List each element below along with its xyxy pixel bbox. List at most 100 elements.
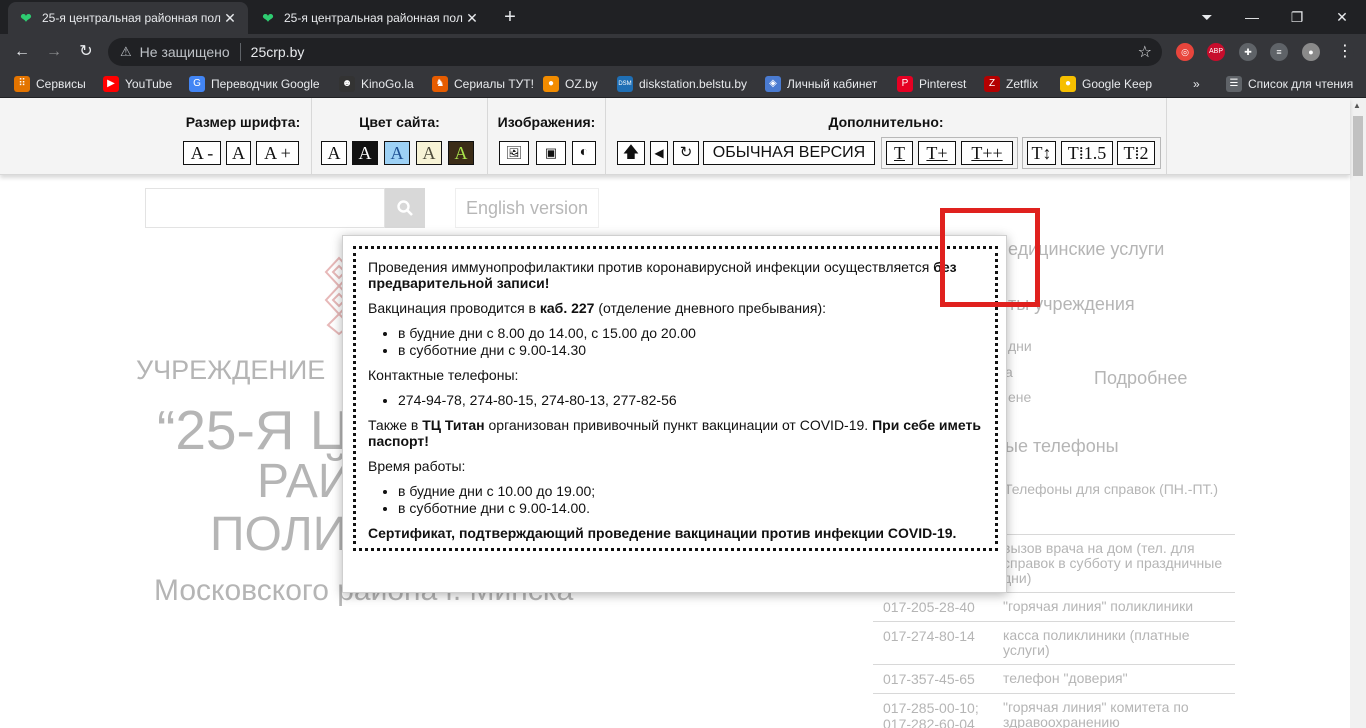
org-name-line-3: ПОЛИ (210, 508, 348, 561)
list-item: в субботние дни с 9.00-14.30 (398, 342, 983, 358)
color-white-button[interactable]: A (321, 141, 347, 165)
images-group: Изображения: 🖼 ▣ ◐ (487, 98, 605, 175)
letter-spacing-medium-button[interactable]: T+ (918, 141, 956, 165)
titan-text-b: организован прививочный пункт вакцинации… (484, 417, 873, 433)
reset-icon[interactable]: ↻ (673, 141, 699, 165)
color-beige-button[interactable]: A (416, 141, 442, 165)
close-tab-icon[interactable]: ✕ (464, 10, 480, 26)
highlight-box[interactable] (940, 208, 1040, 307)
bookmark-label: OZ.by (565, 77, 598, 91)
phone-desc: вызов врача на дом (тел. для справок в с… (1003, 540, 1223, 586)
youtube-icon: ▶ (103, 76, 119, 92)
phone-desc: телефон "доверия" (1003, 670, 1128, 686)
color-blue-button[interactable]: A (384, 141, 410, 165)
images-grayscale-icon[interactable]: ▣ (536, 141, 566, 165)
playlist-icon[interactable]: ≡ (1270, 43, 1288, 61)
heart-favicon-icon: ❤ (20, 10, 32, 26)
contacts-list: 274-94-78, 274-80-15, 274-80-13, 277-82-… (398, 392, 983, 408)
search-button[interactable] (385, 188, 425, 228)
bookmark-item[interactable]: ● OZ.by (543, 75, 598, 93)
color-black-button[interactable]: A (352, 141, 378, 165)
speaker-icon[interactable]: ◀ (650, 141, 668, 165)
contact-phones-heading: ые телефоны (1005, 436, 1119, 456)
bookmark-item[interactable]: ◈ Личный кабинет (765, 75, 877, 93)
phones-info-text: Телефоны для справок (ПН.-ПТ.) (1004, 481, 1219, 497)
bookmark-item[interactable]: ⠿ Сервисы (14, 75, 86, 93)
more-link[interactable]: Подробнее (1094, 368, 1187, 389)
adblock-extension-icon[interactable]: ABP (1207, 43, 1225, 61)
close-tab-icon[interactable]: ✕ (222, 10, 238, 26)
bookmark-item[interactable]: ♞ Сериалы ТУТ! (432, 75, 534, 93)
translate-icon: G (189, 76, 205, 92)
reading-list-button[interactable]: ☰ Список для чтения (1226, 75, 1353, 93)
line-height-normal-button[interactable]: T↕ (1027, 141, 1056, 165)
search-input[interactable] (145, 188, 385, 228)
arrow-up-icon[interactable]: 🡅 (617, 141, 645, 165)
browser-tab-bar: ❤ 25-я центральная районная пол ✕ ❤ 25-я… (0, 0, 1366, 34)
browser-tab-1[interactable]: ❤ 25-я центральная районная пол ✕ (8, 2, 248, 34)
back-button[interactable]: ← (10, 40, 34, 64)
letter-spacing-large-button[interactable]: T++ (961, 141, 1013, 165)
font-decrease-button[interactable]: A - (183, 141, 221, 165)
list-item: в субботние дни с 9.00-14.00. (398, 500, 983, 516)
phone-row: 017-205-28-40 "горячая линия" поликлиник… (873, 592, 1235, 621)
bookmark-star-icon[interactable]: ☆ (1138, 42, 1152, 62)
bookmark-item[interactable]: Z Zetflix (984, 75, 1038, 93)
reading-list-icon: ☰ (1226, 76, 1242, 92)
restore-button[interactable]: ❐ (1282, 6, 1312, 28)
warning-icon[interactable]: ⚠ (120, 44, 132, 60)
font-size-group: Размер шрифта: A - A A + (175, 98, 311, 175)
bookmarks-bar: ⠿ Сервисы ▶ YouTube G Переводчик Google ☻ KinoG… (0, 70, 1366, 98)
address-bar[interactable]: ⚠ Не защищено 25crp.by ☆ (108, 38, 1162, 66)
bookmark-item[interactable]: P Pinterest (897, 75, 966, 93)
target-extension-icon[interactable]: ◎ (1176, 43, 1194, 61)
bookmark-item[interactable]: ▶ YouTube (103, 75, 172, 93)
security-label[interactable]: Не защищено (140, 44, 230, 60)
letter-spacing-normal-button[interactable]: T (886, 141, 913, 165)
scroll-up-icon[interactable]: ▲ (1353, 101, 1361, 110)
font-increase-button[interactable]: A + (256, 141, 299, 165)
bookmark-item[interactable]: ☻ KinoGo.la (339, 75, 414, 93)
extra-group: Дополнительно: 🡅 ◀ ↻ ОБЫЧНАЯ ВЕРСИЯ T T+… (605, 98, 1167, 175)
tab-search-icon[interactable]: ⏷ (1192, 6, 1222, 28)
bookmark-label: Личный кабинет (787, 77, 878, 91)
minimize-button[interactable]: — (1237, 6, 1267, 28)
menu-icon[interactable]: ⋮ (1336, 43, 1354, 61)
more-bookmarks-button[interactable]: » (1193, 75, 1200, 93)
phone-desc: "горячая линия" комитета по здравоохране… (1003, 699, 1189, 728)
vaccination-info-modal: Проведения иммунопрофилактики против кор… (342, 235, 1007, 593)
english-version-link[interactable]: English version (455, 188, 599, 228)
phone-number: 017-205-28-40 (883, 599, 975, 615)
images-on-icon[interactable]: 🖼 (499, 141, 529, 165)
hours-change-text: ене (1008, 389, 1032, 405)
bookmark-label: Сериалы ТУТ! (454, 77, 534, 91)
font-normal-button[interactable]: A (226, 141, 251, 165)
bookmark-item[interactable]: ● Google Keep (1060, 75, 1152, 93)
browser-tab-2[interactable]: ❤ 25-я центральная районная пол ✕ (250, 2, 490, 34)
profile-avatar-icon[interactable]: ● (1302, 43, 1320, 61)
cabinet-icon: ◈ (765, 76, 781, 92)
new-tab-button[interactable]: + (498, 6, 522, 30)
images-off-icon[interactable]: ◐ (572, 141, 596, 165)
contacts-label: Контактные телефоны: (368, 367, 519, 383)
line-height-1-5-button[interactable]: T⁞1.5 (1061, 141, 1113, 165)
kinogo-icon: ☻ (339, 76, 355, 92)
page-viewport: Размер шрифта: A - A A + Цвет сайта: A A… (0, 98, 1366, 728)
certificate-text: Сертификат, подтверждающий проведение ва… (368, 525, 983, 541)
forward-button[interactable]: → (42, 40, 66, 64)
images-label: Изображения: (497, 114, 596, 130)
hours-label: Время работы: (368, 458, 466, 474)
url-text[interactable]: 25crp.by (251, 44, 305, 60)
normal-version-button[interactable]: ОБЫЧНАЯ ВЕРСИЯ (703, 141, 875, 165)
close-window-button[interactable]: ✕ (1327, 6, 1357, 28)
puzzle-extension-icon[interactable]: ✚ (1239, 43, 1257, 61)
bookmark-item[interactable]: G Переводчик Google (189, 75, 320, 93)
page-scrollbar[interactable]: ▲ (1350, 98, 1366, 728)
line-height-2-button[interactable]: T⁞2 (1117, 141, 1155, 165)
scrollbar-thumb[interactable] (1353, 116, 1363, 176)
bookmark-item[interactable]: DSM diskstation.belstu.by (617, 75, 747, 93)
color-brown-button[interactable]: A (448, 141, 474, 165)
certificate-bold: Сертификат, подтверждающий проведение ва… (368, 525, 957, 541)
modal-paragraph-titan: Также в ТЦ Титан организован прививочный… (368, 417, 983, 449)
reload-button[interactable]: ↻ (74, 40, 98, 64)
